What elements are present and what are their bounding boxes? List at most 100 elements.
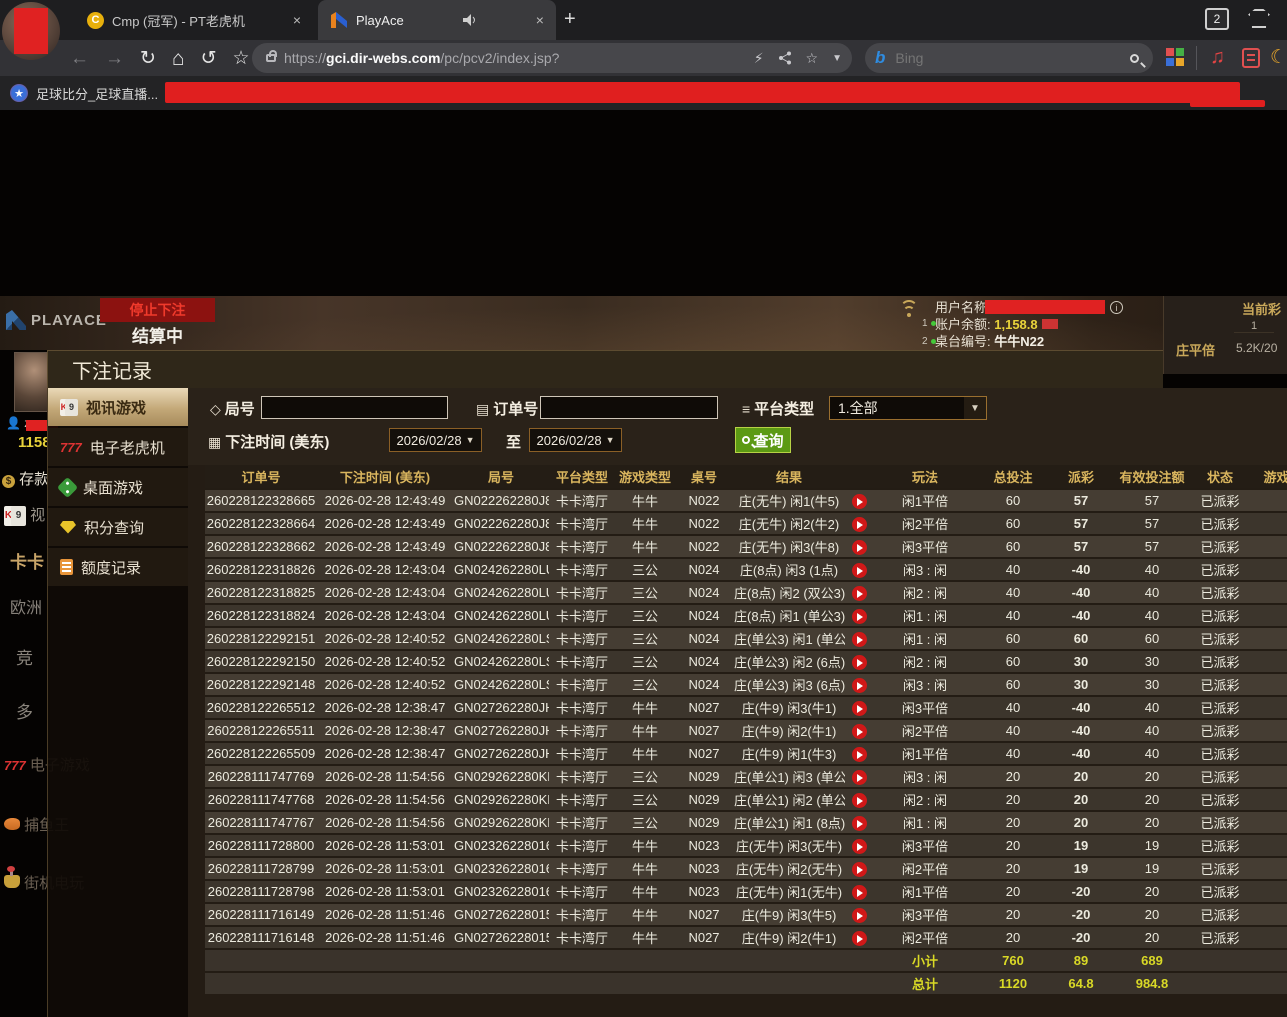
bet-record-row: 2602281223188252026-02-28 12:43:04GN0242…: [205, 581, 1287, 604]
new-tab-button[interactable]: +: [564, 8, 576, 31]
cell-bet-time: 2026-02-28 12:40:52: [317, 673, 453, 696]
cell-valid-bet: 57: [1113, 535, 1191, 558]
replay-button[interactable]: [852, 908, 867, 923]
replay-button[interactable]: [852, 632, 867, 647]
pdf-icon[interactable]: [1242, 48, 1260, 68]
cell-total-bet: 60: [977, 512, 1049, 535]
tab-count-badge[interactable]: 2: [1205, 8, 1229, 30]
music-icon[interactable]: ♫: [1210, 46, 1225, 69]
cell-total-bet: 20: [977, 880, 1049, 903]
replay-button[interactable]: [852, 793, 867, 808]
share-icon[interactable]: [778, 51, 792, 65]
chevron-down-icon[interactable]: ▼: [832, 53, 842, 64]
address-bar[interactable]: https://gci.dir-webs.com/pc/pcv2/index.j…: [252, 43, 852, 73]
seat-indicator-1: 1: [922, 318, 936, 329]
cell-replay: [845, 857, 873, 880]
replay-button[interactable]: [852, 931, 867, 946]
date-to-picker[interactable]: 2026/02/28▼: [529, 428, 622, 452]
cell-payout: -40: [1049, 696, 1113, 719]
replay-button[interactable]: [852, 678, 867, 693]
cell-bet-time: 2026-02-28 11:54:56: [317, 788, 453, 811]
replay-button[interactable]: [852, 747, 867, 762]
home-icon[interactable]: ⌂: [172, 48, 185, 69]
sidebar-item-credit-log[interactable]: 额度记录: [48, 548, 189, 586]
replay-button[interactable]: [852, 770, 867, 785]
replay-button[interactable]: [852, 885, 867, 900]
cell-game-extra: [1249, 512, 1287, 535]
sidebar-item-points[interactable]: 积分查询: [48, 508, 189, 546]
cell-order-id: 260228122328662: [205, 535, 317, 558]
cell-status: 已派彩: [1191, 604, 1249, 627]
cell-valid-bet: 20: [1113, 788, 1191, 811]
cell-game-extra: [1249, 673, 1287, 696]
round-input[interactable]: [262, 397, 447, 418]
replay-button[interactable]: [852, 609, 867, 624]
bet-record-row: 2602281223188242026-02-28 12:43:04GN0242…: [205, 604, 1287, 627]
tab-playace[interactable]: PlayAce ×: [318, 0, 556, 40]
sidebar-item-table-games[interactable]: 桌面游戏: [48, 468, 189, 506]
night-mode-icon[interactable]: ☾: [1270, 46, 1287, 69]
replay-button[interactable]: [852, 494, 867, 509]
tab-slots[interactable]: C Cmp (冠军) - PT老虎机 ×: [75, 0, 313, 40]
date-from-picker[interactable]: 2026/02/28▼: [389, 428, 482, 452]
sidebar-item-slots[interactable]: 777 电子老虎机: [48, 428, 189, 466]
back-icon[interactable]: ←: [70, 49, 89, 68]
cell-game-extra: [1249, 857, 1287, 880]
cell-status: 已派彩: [1191, 765, 1249, 788]
replay-button[interactable]: [852, 724, 867, 739]
bg-lobby-jingmi: 竞: [16, 644, 33, 669]
browser-profile-avatar[interactable]: [2, 2, 60, 60]
skin-icon[interactable]: [1248, 9, 1270, 28]
platform-select[interactable]: 1.全部 ▼: [829, 396, 987, 420]
forward-icon[interactable]: →: [105, 49, 124, 68]
filter-bar: ◇局号 ▤订单号 ≡平台类型 1.全部 ▼ ▦下注时间 (美东) 2026/02…: [188, 388, 1287, 465]
flash-icon[interactable]: ⚡: [754, 50, 764, 67]
tab2-close-icon[interactable]: ×: [536, 12, 544, 28]
cell-round-id: GN024262280LU: [453, 604, 549, 627]
cell-total-bet: 40: [977, 581, 1049, 604]
search-magnifier-icon[interactable]: [1130, 54, 1139, 63]
replay-button[interactable]: [852, 862, 867, 877]
cell-valid-bet: 57: [1113, 489, 1191, 512]
refresh-icon[interactable]: ↻: [140, 49, 156, 68]
cell-play-method: 闲3平倍: [873, 696, 977, 719]
cell-bet-time: 2026-02-28 12:43:49: [317, 512, 453, 535]
tab1-favicon: C: [87, 12, 104, 29]
cell-replay: [845, 627, 873, 650]
cell-platform: 卡卡湾厅: [549, 834, 615, 857]
search-box[interactable]: b: [865, 43, 1153, 73]
tab-audio-icon[interactable]: [463, 14, 477, 26]
tab1-close-icon[interactable]: ×: [293, 12, 301, 28]
search-button[interactable]: 查询: [735, 427, 791, 453]
order-input[interactable]: [541, 397, 717, 418]
replay-button[interactable]: [852, 701, 867, 716]
cell-empty: [317, 949, 453, 972]
star-icon[interactable]: ☆: [806, 50, 819, 67]
cell-table-no: N024: [675, 604, 733, 627]
bookmark-item[interactable]: 足球比分_足球直播...: [36, 84, 158, 103]
replay-button[interactable]: [852, 540, 867, 555]
info-icon[interactable]: i: [1110, 301, 1123, 314]
gem-icon: [60, 521, 76, 534]
replay-button[interactable]: [852, 517, 867, 532]
cell-platform: 卡卡湾厅: [549, 581, 615, 604]
search-input[interactable]: [893, 49, 1130, 67]
cell-payout: -20: [1049, 926, 1113, 949]
favorite-icon[interactable]: ☆: [233, 49, 250, 68]
cell-platform: 卡卡湾厅: [549, 558, 615, 581]
undo-icon[interactable]: ↺: [201, 49, 217, 68]
sidebar-item-live-games[interactable]: K♥9 视讯游戏: [48, 388, 204, 426]
cell-order-id: 260228122318825: [205, 581, 317, 604]
replay-button[interactable]: [852, 563, 867, 578]
replay-button[interactable]: [852, 816, 867, 831]
replay-button[interactable]: [852, 655, 867, 670]
apps-grid-icon[interactable]: [1166, 48, 1184, 66]
column-header: 结果: [733, 465, 845, 489]
bookmark-redaction: [165, 82, 1240, 103]
cell-game-extra: [1249, 880, 1287, 903]
cell-order-id: 260228111747769: [205, 765, 317, 788]
url-text[interactable]: https://gci.dir-webs.com/pc/pcv2/index.j…: [284, 50, 559, 66]
replay-button[interactable]: [852, 586, 867, 601]
cell-replay: [845, 811, 873, 834]
replay-button[interactable]: [852, 839, 867, 854]
